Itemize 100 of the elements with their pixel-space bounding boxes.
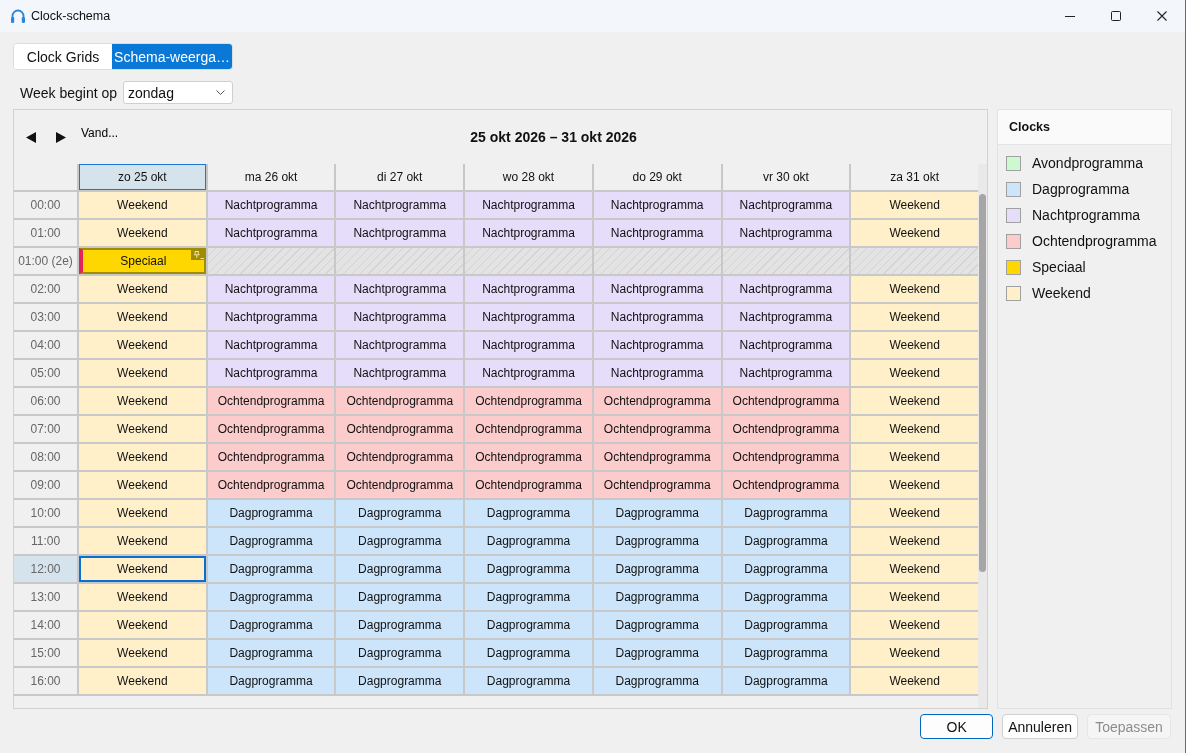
day-header[interactable]: di 27 okt	[336, 164, 464, 190]
schedule-cell[interactable]: Nachtprogramma	[722, 220, 850, 246]
schedule-cell[interactable]: Dagprogramma	[465, 584, 592, 610]
scrollbar-thumb[interactable]	[979, 194, 986, 572]
schedule-cell[interactable]: Ochtendprogramma	[722, 444, 850, 470]
schedule-cell[interactable]: Nachtprogramma	[722, 332, 850, 358]
schedule-cell[interactable]: Weekend	[851, 612, 978, 638]
schedule-cell[interactable]: Nachtprogramma	[593, 220, 721, 246]
schedule-cell[interactable]: Weekend	[79, 220, 206, 246]
schedule-cell[interactable]: Dagprogramma	[207, 640, 335, 666]
schedule-cell[interactable]: Nachtprogramma	[207, 220, 335, 246]
schedule-cell[interactable]: Weekend	[851, 304, 978, 330]
schedule-cell[interactable]: Dagprogramma	[207, 584, 335, 610]
schedule-cell[interactable]: Weekend	[79, 388, 206, 414]
schedule-cell[interactable]: Dagprogramma	[722, 528, 850, 554]
day-header[interactable]: za 31 okt	[851, 164, 978, 190]
schedule-cell[interactable]: Nachtprogramma	[207, 332, 335, 358]
schedule-cell[interactable]: Ochtendprogramma	[593, 472, 721, 498]
schedule-cell[interactable]: Dagprogramma	[336, 584, 464, 610]
schedule-cell[interactable]: Dagprogramma	[593, 556, 721, 582]
schedule-cell[interactable]: Weekend	[851, 192, 978, 218]
schedule-cell[interactable]: Nachtprogramma	[336, 304, 464, 330]
schedule-cell[interactable]: Weekend	[79, 612, 206, 638]
vertical-scrollbar[interactable]	[978, 164, 987, 708]
schedule-cell[interactable]: Dagprogramma	[336, 500, 464, 526]
schedule-cell[interactable]: Dagprogramma	[465, 500, 592, 526]
schedule-cell[interactable]: Ochtendprogramma	[207, 472, 335, 498]
schedule-cell[interactable]: Nachtprogramma	[207, 304, 335, 330]
schedule-cell[interactable]: Dagprogramma	[722, 668, 850, 694]
schedule-cell[interactable]: Weekend	[79, 192, 206, 218]
schedule-cell[interactable]: Ochtendprogramma	[336, 416, 464, 442]
week-start-dropdown[interactable]: zondag	[123, 81, 233, 104]
schedule-cell[interactable]: Nachtprogramma	[722, 276, 850, 302]
schedule-cell[interactable]: Ochtendprogramma	[465, 472, 592, 498]
schedule-cell[interactable]: Weekend	[79, 416, 206, 442]
schedule-cell[interactable]: Weekend	[79, 332, 206, 358]
schedule-cell[interactable]: Weekend	[79, 472, 206, 498]
schedule-cell[interactable]: Dagprogramma	[336, 612, 464, 638]
schedule-cell[interactable]: Dagprogramma	[207, 612, 335, 638]
schedule-cell[interactable]: Nachtprogramma	[207, 360, 335, 386]
cancel-button[interactable]: Annuleren	[1002, 714, 1078, 739]
schedule-cell[interactable]: Dagprogramma	[722, 612, 850, 638]
schedule-cell[interactable]: Weekend	[851, 472, 978, 498]
schedule-cell[interactable]: Weekend	[851, 528, 978, 554]
schedule-cell[interactable]: Weekend	[79, 500, 206, 526]
schedule-cell[interactable]: Nachtprogramma	[207, 276, 335, 302]
schedule-cell[interactable]: Nachtprogramma	[336, 332, 464, 358]
schedule-cell[interactable]: Weekend	[79, 276, 206, 302]
schedule-cell[interactable]: Weekend	[79, 528, 206, 554]
schedule-cell[interactable]: Dagprogramma	[207, 528, 335, 554]
schedule-cell[interactable]: Nachtprogramma	[722, 360, 850, 386]
schedule-cell[interactable]: Dagprogramma	[722, 500, 850, 526]
schedule-cell[interactable]: Weekend	[79, 304, 206, 330]
schedule-cell[interactable]: Ochtendprogramma	[465, 388, 592, 414]
schedule-cell[interactable]: Ochtendprogramma	[336, 388, 464, 414]
schedule-cell[interactable]: Nachtprogramma	[722, 192, 850, 218]
schedule-cell[interactable]: Weekend	[851, 416, 978, 442]
schedule-cell[interactable]: Dagprogramma	[336, 640, 464, 666]
today-button[interactable]: Vand...	[79, 126, 121, 140]
schedule-cell[interactable]: Nachtprogramma	[336, 276, 464, 302]
day-header[interactable]: vr 30 okt	[722, 164, 850, 190]
schedule-cell[interactable]: Dagprogramma	[722, 640, 850, 666]
schedule-cell[interactable]: Ochtendprogramma	[722, 472, 850, 498]
ok-button[interactable]: OK	[920, 714, 994, 739]
schedule-cell[interactable]: Dagprogramma	[336, 668, 464, 694]
schedule-cell[interactable]: Weekend	[79, 360, 206, 386]
schedule-cell[interactable]: Nachtprogramma	[593, 360, 721, 386]
tab[interactable]: Schema-weerga…	[112, 44, 232, 69]
schedule-cell[interactable]: Weekend	[851, 584, 978, 610]
schedule-cell[interactable]: Ochtendprogramma	[465, 416, 592, 442]
schedule-cell[interactable]: Ochtendprogramma	[465, 444, 592, 470]
schedule-cell[interactable]: Nachtprogramma	[465, 332, 592, 358]
schedule-cell[interactable]: Dagprogramma	[593, 528, 721, 554]
schedule-cell[interactable]: Dagprogramma	[207, 556, 335, 582]
schedule-cell[interactable]: Dagprogramma	[593, 500, 721, 526]
schedule-cell[interactable]: Weekend	[79, 668, 206, 694]
schedule-cell[interactable]: Ochtendprogramma	[593, 388, 721, 414]
schedule-cell[interactable]: Dagprogramma	[722, 556, 850, 582]
schedule-cell[interactable]: Dagprogramma	[465, 528, 592, 554]
day-header[interactable]: zo 25 okt	[79, 164, 206, 190]
schedule-cell[interactable]: Dagprogramma	[207, 668, 335, 694]
schedule-cell[interactable]: Ochtendprogramma	[722, 416, 850, 442]
schedule-cell[interactable]: Dagprogramma	[465, 640, 592, 666]
schedule-cell[interactable]: Ochtendprogramma	[336, 444, 464, 470]
schedule-cell[interactable]: Nachtprogramma	[336, 220, 464, 246]
schedule-cell[interactable]: Dagprogramma	[465, 668, 592, 694]
schedule-cell[interactable]: Nachtprogramma	[465, 360, 592, 386]
schedule-cell[interactable]: Weekend	[851, 360, 978, 386]
event-block[interactable]: Speciaal	[79, 248, 206, 274]
schedule-cell[interactable]: Ochtendprogramma	[336, 472, 464, 498]
schedule-cell[interactable]: Ochtendprogramma	[593, 416, 721, 442]
schedule-cell[interactable]: Nachtprogramma	[336, 360, 464, 386]
schedule-cell[interactable]: Weekend	[851, 640, 978, 666]
schedule-cell[interactable]: Weekend	[851, 500, 978, 526]
schedule-cell[interactable]: Weekend	[79, 444, 206, 470]
schedule-cell[interactable]: Nachtprogramma	[465, 220, 592, 246]
schedule-cell[interactable]: Nachtprogramma	[207, 192, 335, 218]
schedule-cell[interactable]: Dagprogramma	[593, 584, 721, 610]
schedule-cell[interactable]: Dagprogramma	[722, 584, 850, 610]
schedule-cell[interactable]: Weekend	[851, 388, 978, 414]
